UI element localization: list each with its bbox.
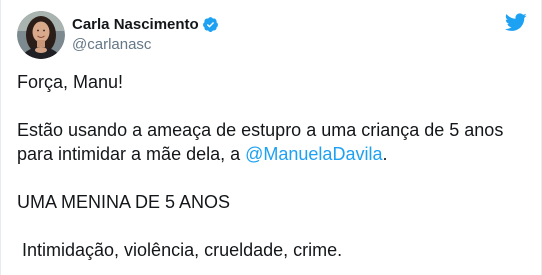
tweet-text: Força, Manu! Estão usando a ameaça de es…	[17, 70, 527, 262]
avatar[interactable]	[17, 11, 65, 59]
twitter-bird-icon[interactable]	[504, 13, 527, 32]
author-name[interactable]: Carla Nascimento	[72, 16, 199, 33]
author-block: Carla Nascimento @carlanasc	[72, 14, 219, 53]
tweet-line-1: Força, Manu!	[17, 72, 124, 92]
author-name-row: Carla Nascimento	[72, 14, 219, 34]
tweet-card: Carla Nascimento @carlanasc Força, Manu!…	[0, 0, 542, 275]
mention-link[interactable]: @ManuelaDavila	[245, 144, 382, 164]
tweet-line-3: UMA MENINA DE 5 ANOS	[17, 192, 231, 212]
tweet-line-2-end: .	[382, 144, 388, 164]
tweet-line-4: Intimidação, violência, crueldade, crime…	[22, 240, 343, 260]
tweet-line-2: Estão usando a ameaça de estupro a uma c…	[17, 118, 527, 166]
author-handle[interactable]: @carlanasc	[72, 36, 219, 53]
verified-badge-icon	[202, 16, 219, 33]
avatar-image	[17, 11, 65, 59]
